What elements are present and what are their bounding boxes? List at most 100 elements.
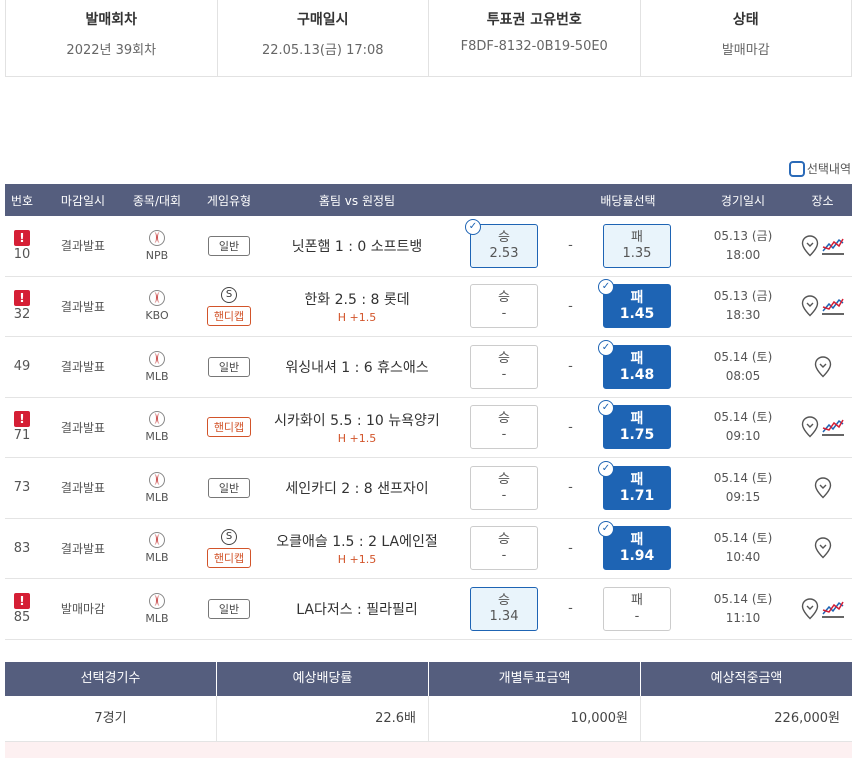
win-odds-button[interactable]: 승- (470, 344, 538, 389)
selection-checkbox[interactable] (788, 160, 805, 177)
close-status: 결과발표 (60, 239, 106, 254)
win-label: 승 (498, 471, 510, 487)
teams-score: 시카화이 5.5 : 10 뉴욕양키 (274, 412, 440, 429)
summary-games-value: 7경기 (5, 696, 217, 741)
selection-toggle[interactable]: 선택내역 (788, 160, 851, 177)
lose-odds-button[interactable]: ✓ 패 1.45 (597, 279, 671, 329)
lose-odds: 1.35 (622, 245, 652, 261)
summary-header-payout: 예상적중금액 (710, 671, 783, 686)
win-odds-button[interactable]: 승 1.34 (470, 586, 538, 631)
win-odds-button[interactable]: 승- (470, 465, 538, 510)
game-date: 05.14 (토) (713, 591, 773, 606)
win-odds: - (501, 306, 507, 322)
lose-odds-button[interactable]: ✓ 패 1.94 (597, 521, 671, 571)
stats-chart-icon[interactable] (821, 295, 845, 317)
game-type-badge: 핸디캡 (206, 305, 252, 326)
table-row: ! 71 결과발표 MLB 핸디캡 시카화이 5.5 : 10 뉴욕양키 H +1.5 승 - -… (5, 398, 852, 458)
win-label: 승 (498, 532, 510, 548)
lose-odds-button[interactable]: ✓ 패 1.75 (597, 400, 671, 450)
teams-score: LA다저스 : 필라필리 (296, 601, 418, 618)
ticket-id-value: F8DF-8132-0B19-50E0 (460, 39, 608, 54)
stats-chart-icon[interactable] (821, 235, 845, 257)
check-icon: ✓ (597, 339, 614, 356)
teams-score: 워싱내셔 1 : 6 휴스애스 (285, 359, 429, 376)
summary-odds-value: 22.6배 (217, 696, 429, 741)
close-status: 결과발표 (60, 541, 106, 556)
alert-icon: ! (14, 411, 30, 428)
lose-label: 패 (630, 290, 644, 307)
teams-cell: 오클애슬 1.5 : 2 LA에인절 H +1.5 (271, 519, 443, 579)
win-odds-button[interactable]: 승- (470, 405, 538, 450)
location-pin-icon[interactable] (814, 537, 832, 559)
lose-odds-button[interactable]: 패 1.35 (602, 223, 671, 268)
round-value: 2022년 39회차 (66, 43, 157, 58)
league-name: MLB (145, 490, 169, 504)
table-row: 83 결과발표 MLB S 핸디캡 오클애슬 1.5 : 2 LA에인절 H +1.5 승 - -… (5, 519, 852, 579)
summary-values: 7경기 22.6배 10,000원 226,000원 (5, 696, 852, 742)
lose-odds: 1.71 (619, 487, 655, 504)
game-type-badge: 일반 (207, 477, 251, 498)
location-pin-icon[interactable] (801, 416, 819, 438)
table-body: ! 10 결과발표 NPB 일반 닛폰햄 1 : 0 소프트뱅 ✓ 승 2.53- 패 1.35 05… (5, 216, 852, 640)
game-time-cell: 05.13 (금) 18:00 (693, 216, 793, 276)
stats-chart-icon[interactable] (821, 598, 845, 620)
header-odds: 배당률선택 (600, 193, 656, 208)
alert-icon: ! (14, 229, 30, 246)
close-status: 결과발표 (60, 360, 106, 375)
odds-cell: 승 - - ✓ 패 1.45 (443, 277, 693, 337)
location-pin-icon[interactable] (801, 598, 819, 620)
odds-cell: ✓ 승 2.53 - 패 1.35 (443, 216, 693, 276)
game-date: 05.14 (토) (713, 470, 773, 485)
handicap-value: H +1.5 (337, 431, 377, 445)
lose-odds-button[interactable]: 패- (602, 586, 671, 631)
draw-odds: - (568, 298, 573, 314)
check-icon: ✓ (597, 460, 614, 477)
odds-cell: 승 - - ✓ 패 1.71 (443, 458, 693, 518)
league-name: MLB (145, 430, 169, 444)
selection-toggle-label: 선택내역 (806, 162, 851, 176)
location-pin-icon[interactable] (814, 356, 832, 378)
win-odds: 1.34 (489, 608, 519, 624)
sport-cell: KBO (127, 277, 187, 337)
teams-cell: 세인카디 2 : 8 샌프자이 (271, 458, 443, 518)
sport-cell: MLB (127, 398, 187, 458)
table-row: ! 32 결과발표 KBO S 핸디캡 한화 2.5 : 8 롯데 H +1.5 승 - - ✓ 패 1.… (5, 277, 852, 337)
game-number: 73 (13, 480, 31, 496)
check-icon: ✓ (597, 521, 614, 538)
win-odds-button[interactable]: ✓ 승 2.53 (465, 218, 538, 268)
win-odds: - (501, 427, 507, 443)
purchase-label: 구매일시 (296, 12, 349, 28)
header-game-time: 경기일시 (720, 193, 766, 208)
location-pin-icon[interactable] (801, 295, 819, 317)
win-odds: - (501, 548, 507, 564)
game-time-cell: 05.14 (토) 11:10 (693, 579, 793, 639)
sport-cell: MLB (127, 337, 187, 397)
game-type-badge: 일반 (207, 235, 251, 256)
game-type-cell: S 핸디캡 (187, 277, 271, 337)
close-status: 결과발표 (60, 299, 106, 314)
close-status: 발매마감 (60, 602, 106, 617)
game-time: 08:05 (725, 368, 761, 383)
status-label: 상태 (732, 12, 759, 28)
summary-header: 선택경기수 예상배당률 개별투표금액 예상적중금액 (5, 662, 852, 696)
game-type-cell: 핸디캡 (187, 398, 271, 458)
win-odds: - (501, 366, 507, 382)
game-type-badge: 일반 (207, 598, 251, 619)
ticket-info-box: 발매회차 2022년 39회차 구매일시 22.05.13(금) 17:08 투… (5, 0, 852, 77)
stats-chart-icon[interactable] (821, 416, 845, 438)
location-pin-icon[interactable] (801, 235, 819, 257)
win-odds-button[interactable]: 승- (470, 526, 538, 571)
sport-cell: MLB (127, 519, 187, 579)
location-pin-icon[interactable] (814, 477, 832, 499)
odds-cell: 승 - - ✓ 패 1.94 (443, 519, 693, 579)
draw-odds: - (568, 238, 573, 254)
win-odds-button[interactable]: 승- (470, 284, 538, 329)
baseball-icon (149, 290, 165, 307)
header-teams: 홈팀 vs 원정팀 (318, 193, 396, 208)
teams-score: 한화 2.5 : 8 롯데 (304, 291, 410, 308)
alert-icon: ! (14, 290, 30, 307)
lose-odds-button[interactable]: ✓ 패 1.48 (597, 339, 671, 389)
lose-odds: 1.94 (619, 548, 655, 565)
lose-odds-button[interactable]: ✓ 패 1.71 (597, 460, 671, 510)
baseball-icon (149, 471, 165, 488)
